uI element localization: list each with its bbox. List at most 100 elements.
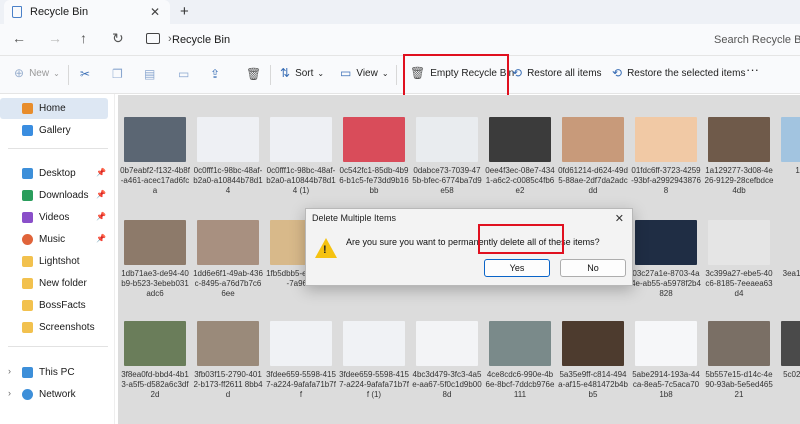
sidebar-item-this-pc[interactable]: › This PC (0, 362, 108, 383)
file-item[interactable]: 01fdc6ff-3723-4259-93bf-a29929438768 (631, 117, 701, 196)
file-item[interactable]: 5b557e15-d14c-4e90-93ab-5e5ed46521 (704, 321, 774, 400)
see-more-button[interactable]: ··· (746, 62, 759, 77)
forward-icon[interactable]: → (48, 30, 62, 46)
new-button[interactable]: ⊕ New ⌄ (14, 66, 60, 80)
file-thumbnail (416, 321, 478, 366)
sidebar-item-gallery[interactable]: Gallery (0, 120, 108, 141)
pc-icon (22, 367, 33, 378)
file-item[interactable]: 3f8ea0fd-bbd4-4b13-a5f5-d582a6c3df2d (120, 321, 190, 400)
file-item[interactable]: 3fb03f15-2790-4012-b173-ff2611 8bb4d (193, 321, 263, 400)
copy-icon[interactable]: ❐ (112, 67, 123, 81)
file-thumbnail (781, 117, 800, 162)
sidebar-item-videos[interactable]: Videos 📌 (0, 207, 108, 228)
file-name: 1dd6e6f1-49ab-436c-8495-a76d7b7c66ee (193, 269, 263, 298)
delete-icon[interactable]: 🗑 (246, 67, 261, 81)
sort-icon: ⇅ (280, 66, 291, 80)
breadcrumb[interactable]: Recycle Bin (172, 34, 230, 46)
file-item[interactable]: 5abe2914-193a-44ca-8ea5-7c5aca701b8 (631, 321, 701, 400)
file-item[interactable]: 1db71ae3-de94-40b9-b523-3ebeb031adc6 (120, 220, 190, 299)
rename-icon[interactable]: ▭ (178, 67, 189, 81)
file-item[interactable]: 0ee4f3ec-08e7-4341-a6c2-c0085c4fb6e2 (485, 117, 555, 196)
chevron-down-icon: ⌄ (381, 68, 389, 78)
view-icon: ▭ (340, 66, 352, 80)
file-name: 3c399a27-ebe5-40c6-8185-7eeaea63d4 (705, 269, 773, 298)
file-thumbnail (197, 117, 259, 162)
file-thumbnail (270, 321, 332, 366)
file-item[interactable]: 5c02c3e8-e84-1 (777, 321, 800, 400)
highlight-yes-button (478, 224, 564, 254)
file-item[interactable]: 03c27a1e-8703-4a4e-ab55-a5978f2b4828 (631, 220, 701, 299)
file-name: 3ea1b7e2-071-a (782, 269, 800, 278)
refresh-icon[interactable]: ↻ (112, 30, 124, 47)
file-thumbnail (708, 117, 770, 162)
yes-button[interactable]: Yes (484, 259, 550, 277)
file-item[interactable]: 3fdee659-5598-4157-a224-9afafa71b7ff (266, 321, 336, 400)
sidebar-item-network[interactable]: › Network (0, 384, 108, 405)
file-item[interactable]: 0dabce73-7039-475b-bfec-6774ba7d9e58 (412, 117, 482, 196)
chevron-down-icon: ⌄ (53, 68, 60, 78)
file-thumbnail (197, 220, 259, 265)
file-name: 0b7eabf2-f132-4b8f-a461-acec17ad6fca (120, 166, 190, 195)
file-item[interactable]: 0c0fff1c-98bc-48af-b2a0-a10844b78d14 (1) (266, 117, 336, 196)
file-thumbnail (708, 220, 770, 265)
file-item[interactable]: 1a129277-3d08-4e26-9129-28cefbdce4db (704, 117, 774, 196)
file-item[interactable]: 4bc3d479-3fc3-4a5e-aa67-5f0c1d9b008d (412, 321, 482, 400)
sidebar-item-new-folder[interactable]: New folder (0, 273, 108, 294)
file-thumbnail (270, 117, 332, 162)
videos-icon (22, 212, 33, 223)
file-item[interactable]: 5a35e9ff-c814-494a-af15-e481472b4bb5 (558, 321, 628, 400)
address-bar[interactable]: › Recycle Bin (140, 28, 694, 52)
sidebar-item-desktop[interactable]: Desktop 📌 (0, 163, 108, 184)
close-tab-icon[interactable]: ✕ (150, 5, 160, 19)
back-icon[interactable]: ← (12, 30, 26, 46)
sidebar-item-music[interactable]: Music 📌 (0, 229, 108, 250)
file-name: 3fdee659-5598-4157-a224-9afafa71b7ff (1) (339, 370, 409, 399)
file-name: 4bc3d479-3fc3-4a5e-aa67-5f0c1d9b008d (412, 370, 482, 399)
cut-icon[interactable]: ✂ (80, 67, 90, 81)
file-name: 0c0fff1c-98bc-48af-b2a0-a10844b78d14 (193, 166, 263, 195)
file-thumbnail (197, 321, 259, 366)
file-item[interactable]: 3fdee659-5598-4157-a224-9afafa71b7ff (1) (339, 321, 409, 400)
file-thumbnail (781, 220, 800, 265)
file-thumbnail (708, 321, 770, 366)
sidebar-item-home[interactable]: Home (0, 98, 108, 119)
sidebar-item-bossfacts[interactable]: BossFacts (0, 295, 108, 316)
file-item[interactable]: 3ea1b7e2-071-a (777, 220, 800, 299)
file-item[interactable]: 1dd6e6f1-49ab-436c-8495-a76d7b7c66ee (193, 220, 263, 299)
view-button[interactable]: ▭ View ⌄ (340, 66, 389, 80)
file-thumbnail (562, 117, 624, 162)
up-icon[interactable]: ↑ (80, 30, 87, 46)
file-item[interactable]: 0c0fff1c-98bc-48af-b2a0-a10844b78d14 (193, 117, 263, 196)
file-name: 1db71ae3-de94-40b9-b523-3ebeb031adc6 (121, 269, 189, 298)
chevron-right-icon[interactable]: › (8, 388, 11, 398)
restore-selected-button[interactable]: ⟲ Restore the selected items (612, 66, 745, 80)
divider (396, 65, 397, 85)
chevron-right-icon[interactable]: › (8, 366, 11, 376)
file-item[interactable]: 1d9fe1a2 (777, 117, 800, 196)
restore-all-button[interactable]: ⟲ Restore all items (512, 66, 602, 80)
paste-icon[interactable]: ▤ (144, 67, 155, 81)
tab-recycle-bin[interactable]: Recycle Bin ✕ (4, 0, 170, 24)
sidebar-item-screenshots[interactable]: Screenshots (0, 317, 108, 338)
share-icon[interactable]: ⇪ (210, 67, 220, 81)
file-item[interactable]: 4ce8cdc6-990e-4b6e-8bcf-7ddcb976e111 (485, 321, 555, 400)
new-tab-button[interactable]: + (180, 3, 189, 20)
search-input[interactable]: Search Recycle Bin (704, 28, 800, 52)
file-item[interactable]: 0fd61214-d624-49d5-88ae-2df7da2adcdd (558, 117, 628, 196)
file-name: 5abe2914-193a-44ca-8ea5-7c5aca701b8 (632, 370, 700, 399)
file-item[interactable]: 0b7eabf2-f132-4b8f-a461-acec17ad6fca (120, 117, 190, 196)
sidebar-item-lightshot[interactable]: Lightshot (0, 251, 108, 272)
no-button[interactable]: No (560, 259, 626, 277)
file-name: 3fdee659-5598-4157-a224-9afafa71b7ff (266, 370, 336, 399)
file-name: 1d9fe1a2 (795, 166, 800, 175)
close-icon[interactable]: ✕ (615, 212, 624, 225)
home-icon (22, 103, 33, 114)
sort-button[interactable]: ⇅ Sort ⌄ (280, 66, 324, 80)
pin-icon: 📌 (96, 190, 106, 199)
sidebar-item-downloads[interactable]: Downloads 📌 (0, 185, 108, 206)
warning-mark: ! (323, 244, 327, 256)
file-item[interactable]: 0c542fc1-85db-4b96-b1c5-fe73dd9b16bb (339, 117, 409, 196)
file-item[interactable]: 3c399a27-ebe5-40c6-8185-7eeaea63d4 (704, 220, 774, 299)
restore-selected-icon: ⟲ (612, 66, 623, 80)
file-name: 0c542fc1-85db-4b96-b1c5-fe73dd9b16bb (339, 166, 409, 195)
